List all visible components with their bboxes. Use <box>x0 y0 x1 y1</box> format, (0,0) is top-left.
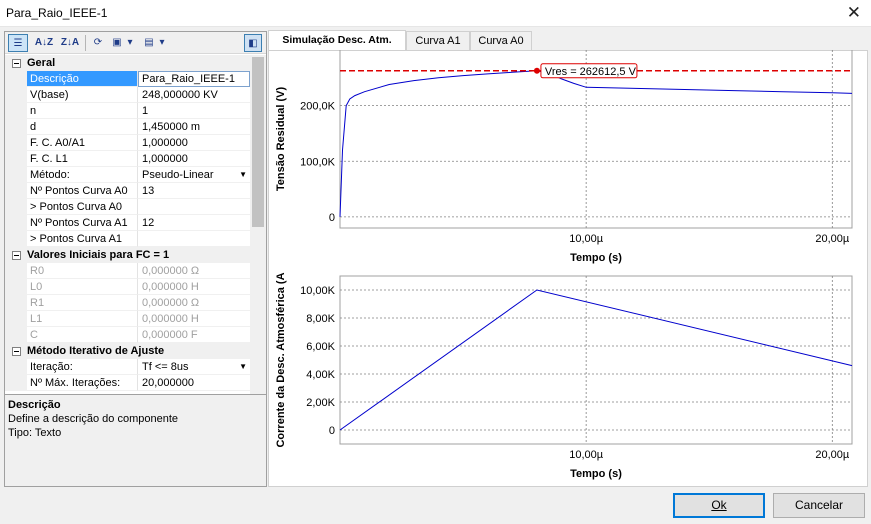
y-axis-label: Corrente da Desc. Atmosférica (A <box>275 272 287 447</box>
collapse-icon[interactable] <box>12 347 21 356</box>
dropdown-arrow-icon[interactable]: ▼ <box>239 167 247 182</box>
collapse-panel-icon[interactable]: ◧ <box>244 34 262 52</box>
prop-descricao[interactable]: Descrição Para_Raio_IEEE-1 <box>5 71 250 87</box>
ok-button[interactable]: Ok <box>673 493 765 518</box>
prop-pontos-a0[interactable]: > Pontos Curva A0 <box>5 199 250 215</box>
category-valores-iniciais[interactable]: Valores Iniciais para FC = 1 <box>5 247 250 263</box>
property-panel: ☰ A↓Z Z↓A ⟳ ▣ ▾ ▤ ▾ ◧ Geral Descrição Pa… <box>4 31 267 487</box>
charts-area: 0 100,0K 200,0K 10,00µ 20,00µ Tempo (s) Tensão… <box>275 50 853 480</box>
import-dropdown-icon[interactable]: ▾ <box>157 34 167 52</box>
x-tick-label: 10,00µ <box>569 449 604 461</box>
prop-pontos-a1[interactable]: > Pontos Curva A1 <box>5 231 250 247</box>
description-text: Define a descrição do componente <box>8 413 178 425</box>
dropdown-arrow-icon[interactable]: ▼ <box>239 359 247 374</box>
cancel-button[interactable]: Cancelar <box>773 493 865 518</box>
y-tick-label: 100,0K <box>300 156 336 168</box>
prop-metodo[interactable]: Método: Pseudo-Linear ▼ <box>5 167 250 183</box>
prop-c[interactable]: C 0,000000 F <box>5 327 250 343</box>
x-axis-label: Tempo (s) <box>570 468 622 480</box>
x-tick-label: 20,00µ <box>815 449 850 461</box>
y-axis-label: Tensão Residual (V) <box>275 87 287 192</box>
refresh-icon[interactable]: ⟳ <box>89 34 107 52</box>
y-tick-label: 6,00K <box>306 341 335 353</box>
window-title: Para_Raio_IEEE-1 <box>6 6 108 20</box>
property-grid: Geral Descrição Para_Raio_IEEE-1 V(base)… <box>5 55 250 415</box>
prop-npontos-a1[interactable]: Nº Pontos Curva A1 12 <box>5 215 250 231</box>
tab-curva-a0[interactable]: Curva A0 <box>470 31 532 50</box>
categorized-view-icon[interactable]: ☰ <box>8 34 28 52</box>
y-tick-label: 4,00K <box>306 369 335 381</box>
prop-l1[interactable]: L1 0,000000 H <box>5 311 250 327</box>
sort-asc-button[interactable]: A↓Z <box>33 34 55 52</box>
y-tick-label: 200,0K <box>300 101 336 113</box>
prop-fc-l1[interactable]: F. C. L1 1,000000 <box>5 151 250 167</box>
export-icon[interactable]: ▣ <box>109 34 125 52</box>
property-scrollbar[interactable] <box>250 55 266 415</box>
y-tick-label: 10,00K <box>300 285 336 297</box>
category-metodo-iterativo[interactable]: Método Iterativo de Ajuste <box>5 343 250 359</box>
description-type: Tipo: Texto <box>8 427 62 439</box>
x-tick-label: 10,00µ <box>569 233 604 245</box>
prop-iteracao[interactable]: Iteração: Tf <= 8us ▼ <box>5 359 250 375</box>
title-bar: Para_Raio_IEEE-1 ✕ <box>0 0 871 27</box>
collapse-icon[interactable] <box>12 59 21 68</box>
y-tick-label: 2,00K <box>306 397 335 409</box>
prop-n[interactable]: n 1 <box>5 103 250 119</box>
collapse-icon[interactable] <box>12 251 21 260</box>
y-tick-label: 0 <box>329 212 335 224</box>
peak-annotation-label: Vres = 262612,5 V <box>545 66 637 78</box>
sort-desc-button[interactable]: Z↓A <box>59 34 81 52</box>
tab-simulacao[interactable]: Simulação Desc. Atm. <box>268 30 406 51</box>
prop-vbase[interactable]: V(base) 248,000000 KV <box>5 87 250 103</box>
x-tick-label: 20,00µ <box>815 233 850 245</box>
toolbar-separator <box>85 35 86 51</box>
prop-r0[interactable]: R0 0,000000 Ω <box>5 263 250 279</box>
prop-max-iteracoes[interactable]: Nº Máx. Iterações: 20,000000 <box>5 375 250 391</box>
prop-l0[interactable]: L0 0,000000 H <box>5 279 250 295</box>
import-icon[interactable]: ▤ <box>141 34 157 52</box>
x-axis-label: Tempo (s) <box>570 252 622 264</box>
description-panel: Descrição Define a descrição do componen… <box>5 394 266 486</box>
prop-npontos-a0[interactable]: Nº Pontos Curva A0 13 <box>5 183 250 199</box>
category-geral[interactable]: Geral <box>5 55 250 71</box>
y-tick-label: 0 <box>329 425 335 437</box>
property-toolbar: ☰ A↓Z Z↓A ⟳ ▣ ▾ ▤ ▾ ◧ <box>5 32 266 54</box>
peak-marker <box>533 67 540 74</box>
export-dropdown-icon[interactable]: ▾ <box>125 34 135 52</box>
y-tick-label: 8,00K <box>306 313 335 325</box>
plot-area-1 <box>339 275 853 445</box>
description-title: Descrição <box>8 399 61 411</box>
scrollbar-thumb[interactable] <box>252 57 264 227</box>
prop-r1[interactable]: R1 0,000000 Ω <box>5 295 250 311</box>
prop-d[interactable]: d 1,450000 m <box>5 119 250 135</box>
prop-fc-a0a1[interactable]: F. C. A0/A1 1,000000 <box>5 135 250 151</box>
tab-curva-a1[interactable]: Curva A1 <box>406 31 470 50</box>
close-icon[interactable]: ✕ <box>847 3 861 23</box>
